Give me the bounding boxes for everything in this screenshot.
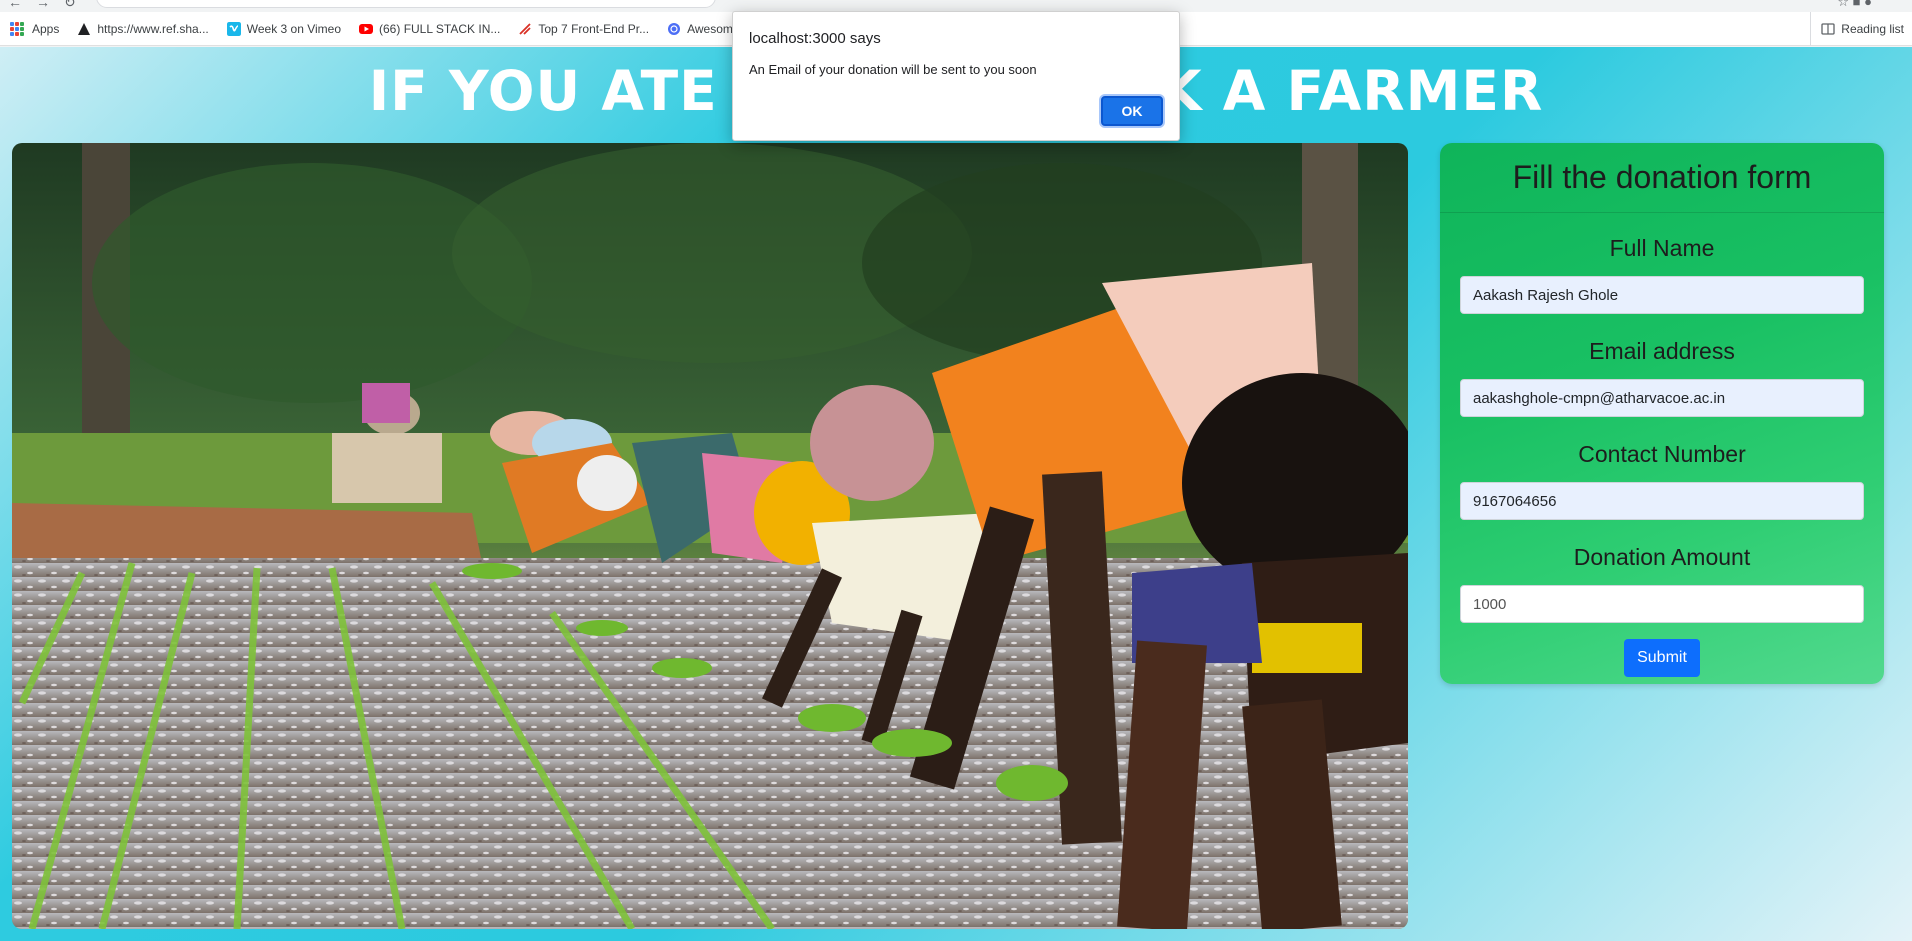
reading-list-button[interactable]: Reading list bbox=[1810, 12, 1904, 46]
farmers-planting-rice-image bbox=[12, 143, 1408, 929]
bookmark-site-icon bbox=[78, 22, 91, 35]
contact-number-label: Contact Number bbox=[1578, 441, 1746, 467]
alert-dialog: localhost:3000 says An Email of your don… bbox=[732, 11, 1180, 141]
bookmark-label: Apps bbox=[32, 21, 60, 36]
alert-ok-button[interactable]: OK bbox=[1101, 96, 1163, 126]
youtube-icon bbox=[359, 23, 374, 34]
reading-list-icon bbox=[1821, 23, 1835, 35]
contact-number-field[interactable] bbox=[1460, 482, 1864, 520]
donation-amount-field[interactable] bbox=[1460, 585, 1864, 623]
email-field[interactable] bbox=[1460, 379, 1864, 417]
donation-form-card: Fill the donation form Full Name Email a… bbox=[1440, 143, 1884, 684]
bookmark-label: Awesom bbox=[687, 21, 733, 36]
browser-extension-icons[interactable]: ☆ ■ ● bbox=[1837, 0, 1872, 10]
browser-nav-icons[interactable]: ←→↻ bbox=[8, 0, 90, 11]
full-name-label: Full Name bbox=[1609, 235, 1715, 261]
vimeo-icon bbox=[226, 21, 241, 36]
donation-amount-label: Donation Amount bbox=[1573, 544, 1751, 570]
bookmark-ref-sha[interactable]: https://www.ref.sha... bbox=[77, 21, 209, 36]
submit-button[interactable]: Submit bbox=[1624, 639, 1700, 677]
bookmark-vimeo[interactable]: Week 3 on Vimeo bbox=[226, 21, 342, 36]
email-label: Email address bbox=[1589, 338, 1735, 364]
apps-grid-icon bbox=[10, 21, 24, 36]
alert-message: An Email of your donation will be sent t… bbox=[749, 62, 1037, 77]
bookmark-site-icon bbox=[519, 22, 532, 35]
farmers-photo bbox=[12, 143, 1408, 929]
bookmark-label: Week 3 on Vimeo bbox=[246, 21, 342, 36]
address-bar[interactable] bbox=[96, 0, 716, 8]
bookmark-full-stack[interactable]: (66) FULL STACK IN... bbox=[359, 22, 500, 36]
alert-title: localhost:3000 says bbox=[749, 30, 881, 47]
reading-list-label: Reading list bbox=[1841, 22, 1904, 36]
page-viewport: IF YOU ATE TODAY, THANK A FARMER bbox=[0, 47, 1912, 941]
bookmark-top-7[interactable]: Top 7 Front-End Pr... bbox=[518, 22, 649, 36]
bookmark-label: https://www.ref.sha... bbox=[97, 21, 209, 36]
bookmark-label: Top 7 Front-End Pr... bbox=[538, 21, 650, 36]
bookmark-apps[interactable]: Apps bbox=[10, 21, 60, 36]
form-title: Fill the donation form bbox=[1440, 143, 1884, 213]
full-name-field[interactable] bbox=[1460, 276, 1864, 314]
globe-icon bbox=[668, 22, 681, 35]
bookmark-label: (66) FULL STACK IN... bbox=[379, 21, 501, 36]
bookmark-awesome[interactable]: Awesom bbox=[667, 22, 733, 36]
